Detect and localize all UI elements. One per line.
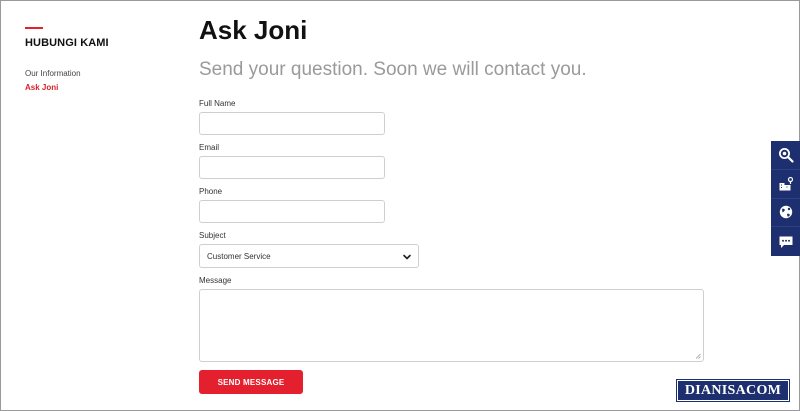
email-label: Email xyxy=(199,143,220,152)
phone-input[interactable] xyxy=(199,200,385,223)
sidebar-item-ask-joni[interactable]: Ask Joni xyxy=(25,81,165,95)
buildings-location-button[interactable] xyxy=(771,170,800,199)
sidebar-accent-line xyxy=(25,27,43,29)
chat-button[interactable] xyxy=(771,227,800,256)
phone-field-group: Phone xyxy=(199,187,719,223)
sidebar-heading: HUBUNGI KAMI xyxy=(25,37,109,49)
watermark-logo: DIANISACOM xyxy=(676,379,790,402)
resize-handle-icon[interactable] xyxy=(695,353,701,359)
subject-selected-value: Customer Service xyxy=(207,252,271,261)
subject-field-group: Subject Customer Service xyxy=(199,231,719,268)
contact-form: Full Name Email Phone Subject Customer S… xyxy=(199,99,719,394)
message-textarea[interactable] xyxy=(199,289,704,362)
watermark-text: DIANISACOM xyxy=(684,382,782,398)
send-message-button[interactable]: SEND MESSAGE xyxy=(199,370,303,394)
chat-bubble-icon xyxy=(779,236,792,248)
phone-label: Phone xyxy=(199,187,223,196)
main-content: Ask Joni Send your question. Soon we wil… xyxy=(199,14,719,394)
message-label: Message xyxy=(199,276,232,285)
full-name-input[interactable] xyxy=(199,112,385,135)
full-name-label: Full Name xyxy=(199,99,236,108)
sidebar-item-our-information[interactable]: Our Information xyxy=(25,67,165,81)
email-field-group: Email xyxy=(199,143,719,179)
sidebar: HUBUNGI KAMI Our Information Ask Joni xyxy=(25,27,165,95)
buildings-location-icon xyxy=(779,176,793,191)
search-zoom-button[interactable] xyxy=(771,141,800,170)
sidebar-nav: Our Information Ask Joni xyxy=(25,67,165,95)
globe-chat-icon xyxy=(779,206,792,219)
subject-select[interactable]: Customer Service xyxy=(199,244,419,268)
chevron-down-icon xyxy=(403,254,411,260)
page-title: Ask Joni xyxy=(199,15,308,45)
message-field-group: Message xyxy=(199,276,719,362)
search-zoom-icon xyxy=(778,147,794,163)
subject-label: Subject xyxy=(199,231,226,240)
floating-toolbar xyxy=(771,141,800,256)
page-subtitle: Send your question. Soon we will contact… xyxy=(199,59,587,80)
globe-chat-button[interactable] xyxy=(771,199,800,228)
full-name-field-group: Full Name xyxy=(199,99,719,135)
email-input[interactable] xyxy=(199,156,385,179)
